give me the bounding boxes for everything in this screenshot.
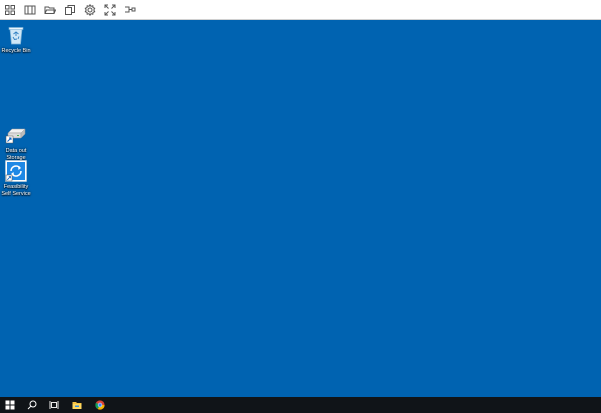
disconnect-icon[interactable]	[122, 2, 138, 18]
copy-icon[interactable]	[62, 2, 78, 18]
fullscreen-icon[interactable]	[102, 2, 118, 18]
desktop: Recycle Bin Data out Storage Feasibility…	[0, 20, 601, 397]
recycle-bin-icon	[5, 24, 27, 46]
feasibility-app-icon	[5, 160, 27, 182]
desktop-icon-feasibility-self-service[interactable]: Feasibility Self Service	[0, 160, 34, 197]
desktop-icon-recycle-bin[interactable]: Recycle Bin	[0, 24, 34, 55]
start-icon[interactable]	[0, 397, 20, 413]
apps-grid-icon[interactable]	[2, 2, 18, 18]
desktop-icon-label: Recycle Bin	[1, 48, 31, 54]
task-view-icon[interactable]	[44, 397, 64, 413]
chrome-icon[interactable]	[90, 397, 110, 413]
file-explorer-icon[interactable]	[67, 397, 87, 413]
gear-icon[interactable]	[82, 2, 98, 18]
folder-open-icon[interactable]	[42, 2, 58, 18]
desktop-icon-label: Feasibility Self Service	[1, 184, 31, 197]
taskbar	[0, 397, 601, 413]
search-icon[interactable]	[22, 397, 42, 413]
desktop-icon-data-out-storage[interactable]: Data out Storage	[0, 124, 34, 161]
split-view-icon[interactable]	[22, 2, 38, 18]
remote-session-toolbar	[0, 0, 601, 20]
network-drive-icon	[5, 124, 27, 146]
